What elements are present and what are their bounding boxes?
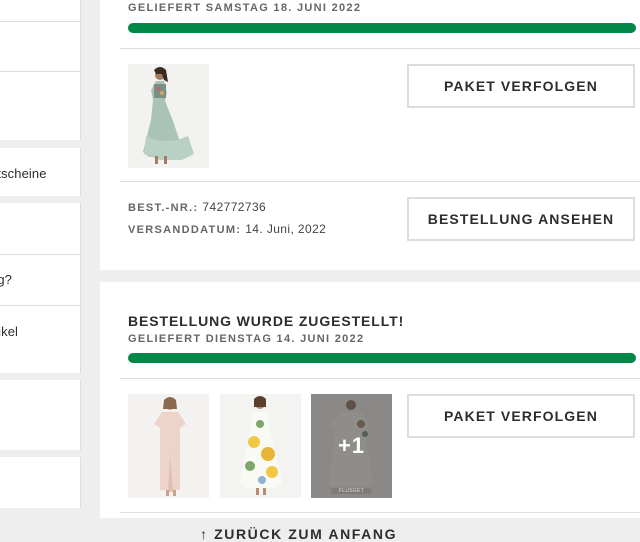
- dress-image: [220, 394, 301, 498]
- product-thumbnail[interactable]: [128, 64, 209, 168]
- back-to-top-link[interactable]: ↑ ZURÜCK ZUM ANFANG: [200, 526, 397, 542]
- view-order-button[interactable]: BESTELLUNG ANSEHEN: [407, 197, 635, 241]
- delivery-progress-bar: [128, 353, 636, 363]
- order-number-label: BEST.-NR.:: [128, 202, 199, 214]
- product-thumbnail-more[interactable]: +1 FLUSGET: [311, 394, 392, 498]
- sidebar-item-2[interactable]: [0, 72, 80, 140]
- order-number-value: 742772736: [202, 200, 267, 214]
- more-items-count: +1: [311, 394, 392, 498]
- track-package-button[interactable]: PAKET VERFOLGEN: [407, 64, 635, 108]
- product-thumbnail[interactable]: [128, 394, 209, 498]
- ship-date: VERSANDDATUM: 14. Juni, 2022: [128, 222, 326, 236]
- track-package-button[interactable]: PAKET VERFOLGEN: [407, 394, 635, 438]
- sidebar-item-3[interactable]: [0, 203, 80, 254]
- ship-date-value: 14. Juni, 2022: [245, 222, 327, 236]
- sidebar-panel-help: ng? rtikel: [0, 203, 81, 373]
- delivery-status-subtitle: GELIEFERT DIENSTAG 14. JUNI 2022: [128, 333, 365, 345]
- sidebar-item-label: rtikel: [0, 324, 19, 339]
- sidebar-item-help[interactable]: ng?: [0, 255, 80, 305]
- order-number: BEST.-NR.: 742772736: [128, 200, 266, 214]
- ship-date-label: VERSANDDATUM:: [128, 224, 242, 236]
- order-card-2: BESTELLUNG WURDE ZUGESTELLT! GELIEFERT D…: [100, 282, 640, 518]
- delivery-progress-bar: [128, 23, 636, 33]
- sidebar-item-6[interactable]: [0, 380, 81, 450]
- product-thumbnail[interactable]: [220, 394, 301, 498]
- sidebar-panel-top: [0, 0, 81, 140]
- delivery-status-subtitle: GELIEFERT SAMSTAG 18. JUNI 2022: [128, 2, 362, 14]
- sidebar-item-label: utscheine: [0, 166, 47, 181]
- thumb-caption: FLUSGET: [338, 488, 365, 494]
- sidebar-item-articles[interactable]: rtikel: [0, 306, 80, 373]
- sidebar-item-gift-vouchers[interactable]: utscheine: [0, 148, 81, 196]
- order-status-title: BESTELLUNG WURDE ZUGESTELLT!: [128, 313, 405, 329]
- dress-image: [128, 64, 209, 168]
- sidebar-item-label: ng?: [0, 272, 12, 287]
- sidebar-item-7[interactable]: [0, 457, 81, 508]
- dress-image: [128, 394, 209, 498]
- sidebar-item-1[interactable]: [0, 22, 80, 71]
- order-card-1: GELIEFERT SAMSTAG 18. JUNI 2022 PAKET VE…: [100, 0, 640, 270]
- account-sidebar: utscheine ng? rtikel: [0, 0, 81, 533]
